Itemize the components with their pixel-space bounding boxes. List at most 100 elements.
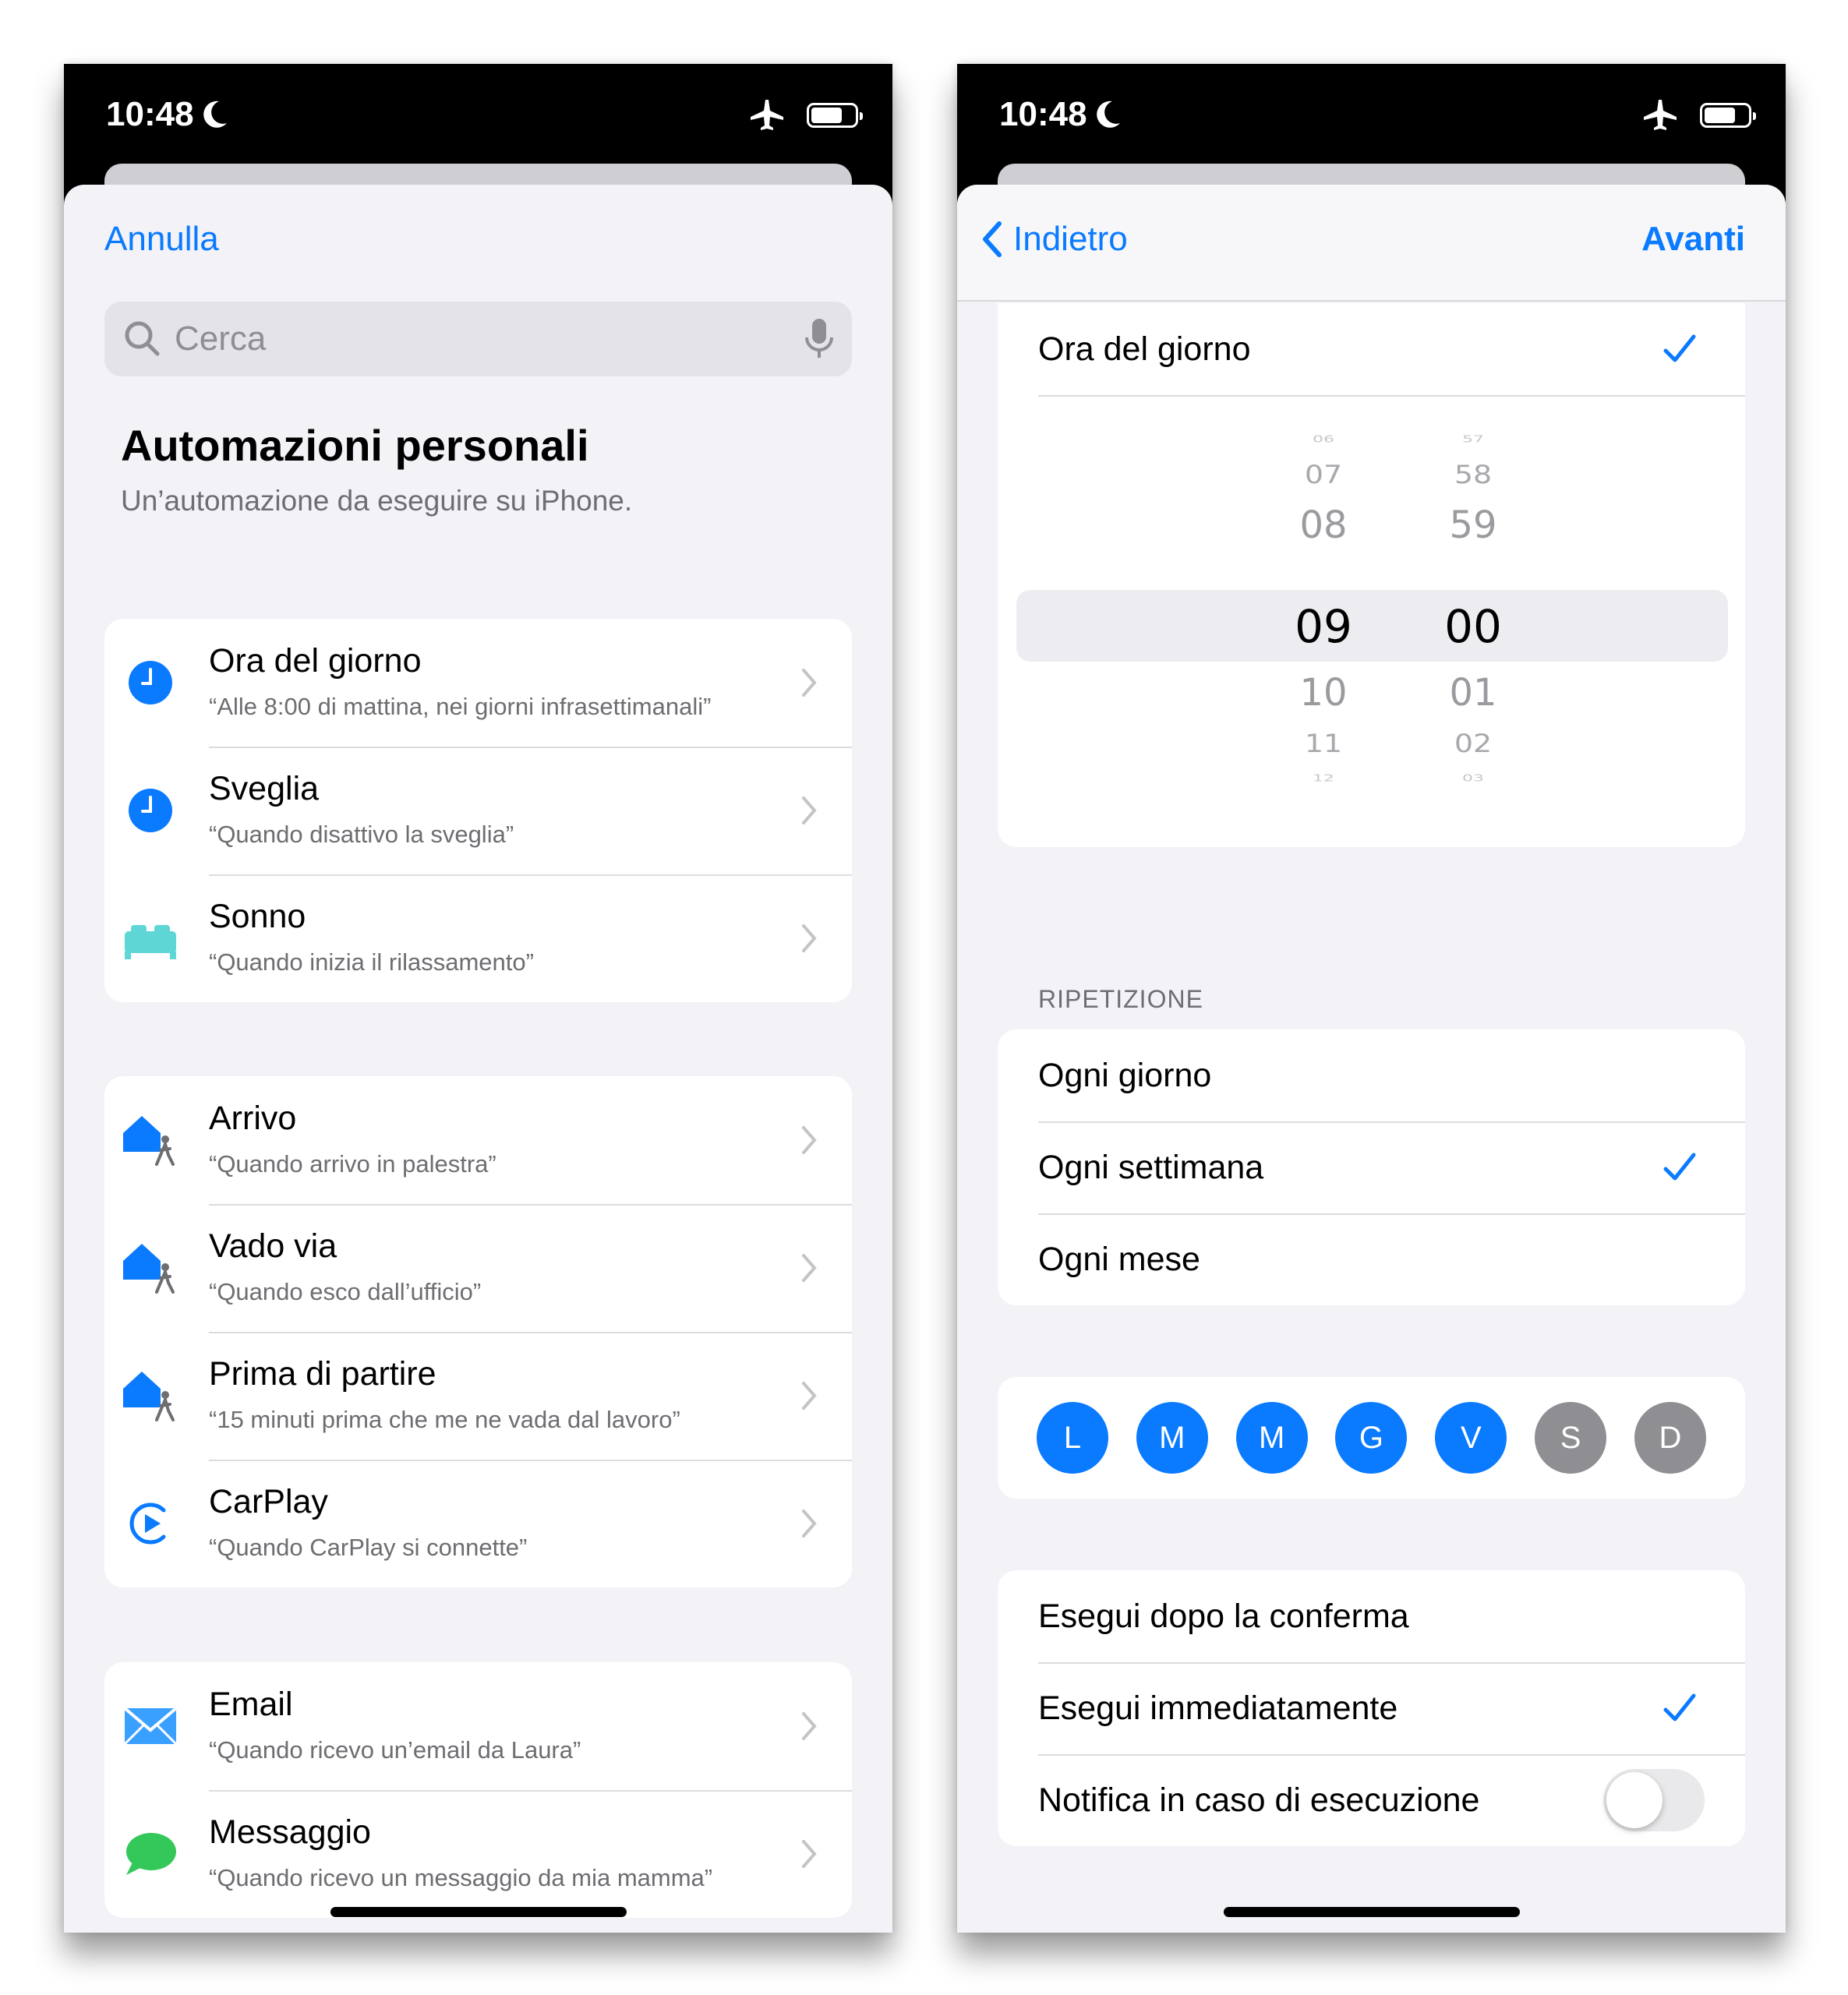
notify-on-run-row: Notifica in caso di esecuzione	[998, 1754, 1745, 1846]
alarm-clock-icon	[129, 789, 172, 832]
trigger-title: Vado via	[209, 1227, 337, 1265]
trigger-messaggio[interactable]: Messaggio “Quando ricevo un messaggio da…	[104, 1790, 852, 1918]
mail-icon	[123, 1707, 178, 1746]
search-icon	[125, 321, 160, 356]
trigger-subtitle: “Quando esco dall’ufficio”	[209, 1278, 482, 1305]
trigger-group-time: Ora del giorno “Alle 8:00 di mattina, ne…	[104, 619, 852, 1002]
trigger-subtitle: “Alle 8:00 di mattina, nei giorni infras…	[209, 693, 712, 720]
message-icon	[126, 1833, 176, 1875]
time-picker[interactable]: 06 07 08 09 10 11 12 57 58 59 00 01 02 03	[1016, 395, 1745, 847]
home-indicator[interactable]	[1223, 1907, 1520, 1917]
weekdays-card: L M M G V S D	[998, 1377, 1745, 1499]
next-button[interactable]: Avanti	[1641, 220, 1745, 259]
hour-option[interactable]: 11	[1305, 729, 1342, 757]
chevron-right-icon	[802, 1382, 817, 1410]
minute-option[interactable]: 03	[1462, 773, 1484, 784]
chevron-right-icon	[802, 1254, 817, 1282]
day-sabato[interactable]: S	[1535, 1402, 1607, 1474]
hour-option[interactable]: 06	[1313, 434, 1334, 445]
search-input[interactable]: Cerca	[175, 320, 804, 358]
search-bar[interactable]: Cerca	[104, 302, 852, 376]
option-label: Esegui immediatamente	[1038, 1689, 1398, 1727]
chevron-right-icon	[802, 796, 817, 824]
chevron-right-icon	[802, 1509, 817, 1538]
hour-option[interactable]: 08	[1299, 503, 1347, 547]
trigger-sveglia[interactable]: Sveglia “Quando disattivo la sveglia”	[104, 747, 852, 874]
toggle-knob	[1606, 1772, 1662, 1828]
chevron-right-icon	[802, 669, 817, 697]
house-before-icon	[123, 1372, 175, 1421]
trigger-vado-via[interactable]: Vado via “Quando esco dall’ufficio”	[104, 1204, 852, 1332]
page-subtitle: Un’automazione da eseguire su iPhone.	[121, 485, 633, 517]
option-ora-del-giorno[interactable]: Ora del giorno	[998, 303, 1745, 395]
status-time-text: 10:48	[999, 95, 1087, 133]
trigger-arrivo[interactable]: Arrivo “Quando arrivo in palestra”	[104, 1076, 852, 1204]
trigger-ora-del-giorno[interactable]: Ora del giorno “Alle 8:00 di mattina, ne…	[104, 619, 852, 747]
day-giovedi[interactable]: G	[1335, 1402, 1408, 1474]
trigger-title: CarPlay	[209, 1483, 328, 1520]
trigger-carplay[interactable]: CarPlay “Quando CarPlay si connette”	[104, 1460, 852, 1587]
checkmark-icon	[1663, 1153, 1696, 1181]
chevron-right-icon	[802, 924, 817, 952]
checkmark-icon	[1663, 334, 1696, 362]
trigger-subtitle: “Quando ricevo un’email da Laura”	[209, 1736, 581, 1764]
carplay-icon	[129, 1502, 166, 1545]
run-after-confirm[interactable]: Esegui dopo la conferma	[998, 1570, 1745, 1662]
repeat-section-label: RIPETIZIONE	[1038, 985, 1203, 1013]
trigger-subtitle: “Quando CarPlay si connette”	[209, 1534, 528, 1561]
page-title: Automazioni personali	[121, 421, 589, 470]
chevron-left-icon	[983, 221, 1002, 257]
status-bar-right	[751, 100, 863, 131]
bed-icon	[125, 925, 176, 959]
hour-option[interactable]: 12	[1313, 773, 1334, 784]
option-label: Ogni mese	[1038, 1240, 1200, 1278]
house-arrive-icon	[123, 1116, 175, 1166]
repeat-ogni-mese[interactable]: Ogni mese	[998, 1213, 1745, 1305]
minute-option[interactable]: 01	[1449, 671, 1496, 715]
trigger-subtitle: “Quando ricevo un messaggio da mia mamma…	[209, 1864, 713, 1891]
day-venerdi[interactable]: V	[1435, 1402, 1507, 1474]
microphone-icon[interactable]	[804, 317, 835, 361]
hour-option[interactable]: 09	[1295, 600, 1352, 653]
minute-option[interactable]: 57	[1462, 434, 1484, 445]
chevron-right-icon	[802, 1126, 817, 1154]
trigger-title: Ora del giorno	[209, 642, 422, 680]
run-options-card: Esegui dopo la conferma Esegui immediata…	[998, 1570, 1745, 1846]
day-martedi[interactable]: M	[1136, 1402, 1208, 1474]
hour-option[interactable]: 07	[1305, 460, 1342, 489]
notify-toggle[interactable]	[1603, 1769, 1705, 1831]
trigger-title: Email	[209, 1686, 293, 1723]
minute-option[interactable]: 02	[1454, 729, 1492, 757]
trigger-title: Arrivo	[209, 1100, 297, 1137]
cancel-button[interactable]: Annulla	[104, 220, 219, 259]
back-button[interactable]: Indietro	[981, 220, 1128, 259]
day-mercoledi[interactable]: M	[1235, 1402, 1308, 1474]
trigger-prima-di-partire[interactable]: Prima di partire “15 minuti prima che me…	[104, 1332, 852, 1460]
trigger-title: Prima di partire	[209, 1355, 436, 1393]
option-label: Esegui dopo la conferma	[1038, 1597, 1409, 1635]
picker-selection-band	[1016, 590, 1728, 662]
status-bar-right	[1644, 100, 1756, 131]
trigger-email[interactable]: Email “Quando ricevo un’email da Laura”	[104, 1662, 852, 1790]
run-immediately[interactable]: Esegui immediatamente	[998, 1662, 1745, 1754]
house-leave-icon	[123, 1244, 175, 1294]
minute-option[interactable]: 00	[1444, 600, 1502, 653]
day-lunedi[interactable]: L	[1037, 1402, 1108, 1474]
airplane-icon	[1644, 100, 1677, 130]
trigger-sonno[interactable]: Sonno “Quando inizia il rilassamento”	[104, 874, 852, 1002]
repeat-card: Ogni giorno Ogni settimana Ogni mese	[998, 1029, 1745, 1305]
minute-option[interactable]: 58	[1454, 460, 1492, 489]
moon-icon	[203, 101, 227, 128]
day-domenica[interactable]: D	[1634, 1402, 1706, 1474]
chevron-right-icon	[802, 1840, 817, 1868]
trigger-subtitle: “Quando disattivo la sveglia”	[209, 821, 514, 848]
trigger-title: Sveglia	[209, 770, 320, 807]
minute-option[interactable]: 59	[1449, 503, 1496, 547]
clock-icon	[129, 661, 172, 704]
home-indicator[interactable]	[330, 1907, 627, 1917]
repeat-ogni-giorno[interactable]: Ogni giorno	[998, 1029, 1745, 1121]
option-label: Ora del giorno	[1038, 330, 1251, 368]
repeat-ogni-settimana[interactable]: Ogni settimana	[998, 1121, 1745, 1213]
hour-option[interactable]: 10	[1299, 671, 1347, 715]
phone-right: 10:48 Indietro Avanti Ora del giorno 06 0…	[957, 64, 1786, 1933]
